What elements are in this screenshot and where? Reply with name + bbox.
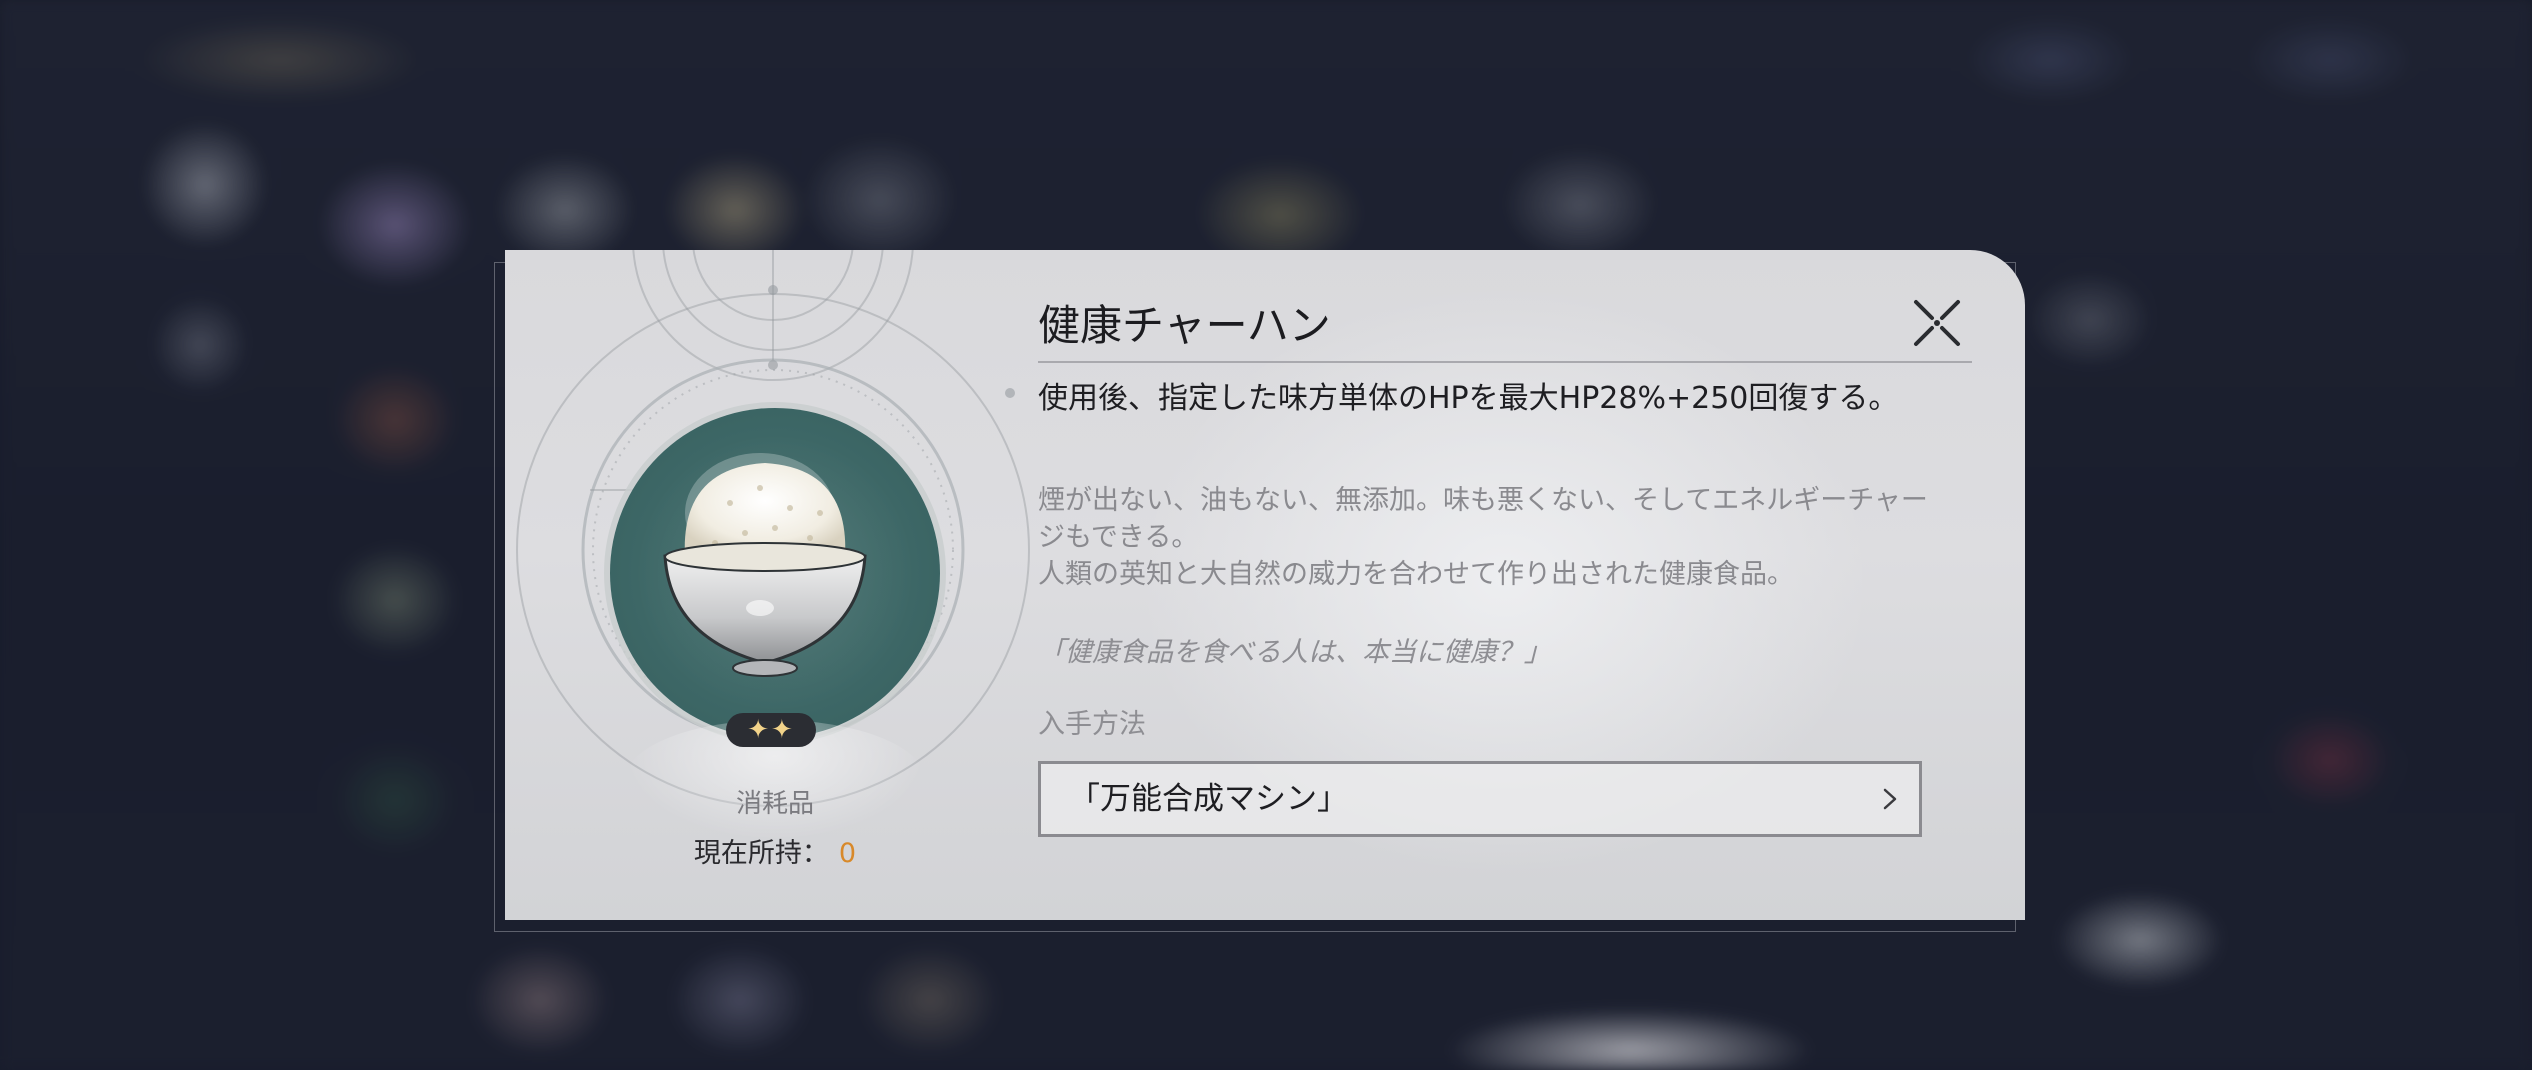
acquisition-source-label: 「万能合成マシン」 (1069, 781, 1348, 817)
close-x-icon (1914, 300, 1960, 346)
acquisition-source-button[interactable]: 「万能合成マシン」 (1038, 761, 1922, 837)
item-title: 健康チャーハン (1038, 301, 1331, 350)
item-portrait (610, 408, 940, 738)
item-category-label: 消耗品 (735, 789, 814, 819)
owned-count-row: 現在所持： 0 (505, 831, 1045, 870)
close-button[interactable] (1910, 296, 1964, 350)
owned-label: 現在所持： (693, 838, 829, 869)
item-detail-dialog: ✦✦ 消耗品 現在所持： 0 健康チャーハン 使用後、指定した味方単体のHPを最大… (505, 250, 2025, 920)
item-flavor-quote: 「健康食品を食べる人は、本当に健康？」 (1038, 637, 1551, 668)
fried-rice-bowl-icon (663, 453, 867, 677)
title-divider (1038, 361, 1972, 363)
item-description-text: 煙が出ない、油もない、無添加。味も悪くない、そしてエネルギーチャージもできる。 … (1038, 485, 1928, 590)
chevron-right-icon (1883, 788, 1897, 810)
owned-count-value: 0 (838, 838, 857, 869)
rarity-star-badge: ✦✦ (726, 713, 816, 747)
acquisition-heading: 入手方法 (1038, 709, 1146, 740)
item-effect-text: 使用後、指定した味方単体のHPを最大HP28%+250回復する。 (1038, 381, 1899, 416)
